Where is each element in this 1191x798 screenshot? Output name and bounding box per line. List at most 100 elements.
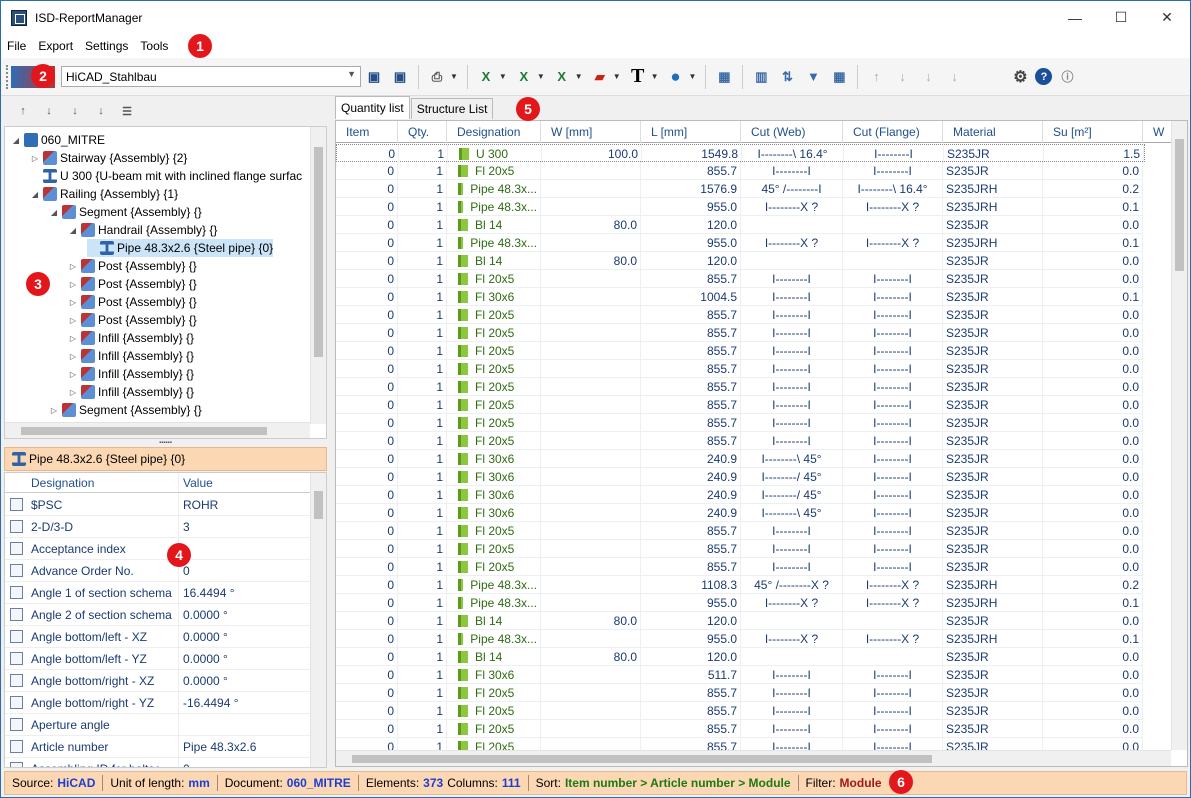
tree-sort-level3-icon[interactable]: ↓: [90, 100, 112, 122]
property-row[interactable]: Angle bottom/right - YZ -16.4494 °: [5, 692, 310, 714]
expand-toggle-icon[interactable]: ▷: [68, 352, 78, 361]
property-row[interactable]: Assembling ID for bolts+0: [5, 758, 310, 768]
menu-file[interactable]: File: [1, 39, 32, 53]
property-row[interactable]: Acceptance index: [5, 538, 310, 560]
property-value[interactable]: 0: [179, 758, 310, 768]
tree-node[interactable]: ▷ Infill {Assembly} {}: [68, 383, 194, 401]
table-row[interactable]: 0 1 Fl 20x5 855.7 I--------I I--------I S235JR…: [336, 378, 1143, 396]
tree-node[interactable]: ▷ Infill {Assembly} {}: [68, 365, 194, 383]
grid-column-header[interactable]: Item: [336, 121, 398, 143]
tree-node[interactable]: ▷ Post {Assembly} {}: [68, 311, 197, 329]
grid-vertical-scrollbar[interactable]: [1171, 121, 1187, 750]
col-value[interactable]: Value: [179, 473, 310, 492]
grid-column-header[interactable]: Cut (Flange): [843, 121, 943, 143]
property-value[interactable]: 16.4494 °: [179, 582, 310, 603]
sort-asc-icon[interactable]: ↑: [865, 66, 887, 88]
property-value[interactable]: [179, 714, 310, 735]
tree-sort-level2-icon[interactable]: ↓: [64, 100, 86, 122]
grid-column-header[interactable]: W [mm]: [541, 121, 641, 143]
table-row[interactable]: 0 1 Fl 20x5 855.7 I--------I I--------I S235JR…: [336, 396, 1143, 414]
grid-column-header[interactable]: W: [1143, 121, 1173, 143]
property-value[interactable]: 0: [179, 560, 310, 581]
expand-toggle-icon[interactable]: ▷: [68, 316, 78, 325]
property-value[interactable]: 3: [179, 516, 310, 537]
table-row[interactable]: 0 1 Fl 30x6 1004.5 I--------I I--------I S235J…: [336, 288, 1143, 306]
table-row[interactable]: 0 1 Fl 20x5 855.7 I--------I I--------I S235JR…: [336, 702, 1143, 720]
property-row[interactable]: Angle bottom/right - XZ 0.0000 °: [5, 670, 310, 692]
expand-toggle-icon[interactable]: ◢: [68, 226, 78, 235]
property-value[interactable]: Pipe 48.3x2.6: [179, 736, 310, 757]
expand-toggle-icon[interactable]: ▷: [68, 334, 78, 343]
tab-structure-list[interactable]: Structure List: [410, 98, 494, 119]
menu-settings[interactable]: Settings: [79, 39, 134, 53]
table-row[interactable]: 0 1 Fl 20x5 855.7 I--------I I--------I S235JR…: [336, 270, 1143, 288]
info-icon[interactable]: ⓘ: [1056, 66, 1078, 88]
tree-node[interactable]: ◢ Handrail {Assembly} {}: [68, 221, 217, 239]
table-row[interactable]: 0 1 Fl 20x5 855.7 I--------I I--------I S235JR…: [336, 540, 1143, 558]
table-row[interactable]: 0 1 Fl 20x5 855.7 I--------I I--------I S235JR…: [336, 558, 1143, 576]
property-row[interactable]: Angle 2 of section schema 0.0000 °: [5, 604, 310, 626]
table-row[interactable]: 0 1 Fl 20x5 855.7 I--------I I--------I S235JR…: [336, 162, 1143, 180]
table-row[interactable]: 0 1 Bl 14 80.0 120.0 S235JR 0.0: [336, 216, 1143, 234]
table-row[interactable]: 0 1 Fl 30x6 240.9 I--------\ 45° I--------I S2…: [336, 450, 1143, 468]
filter-icon[interactable]: ▼: [802, 66, 824, 88]
text-export-icon[interactable]: T: [627, 65, 649, 88]
col-designation[interactable]: Designation: [27, 473, 179, 492]
horizontal-splitter[interactable]: ▪▪▪▪▪▪: [4, 440, 327, 446]
table-row[interactable]: 0 1 Fl 20x5 855.7 I--------I I--------I S235JR…: [336, 342, 1143, 360]
table-row[interactable]: 0 1 Pipe 48.3x... 1108.3 45° /--------X ? I--…: [336, 576, 1143, 594]
tree-node[interactable]: ▷ Post {Assembly} {}: [68, 275, 197, 293]
tree-node[interactable]: ▷ Stairway {Assembly} {2}: [30, 149, 187, 167]
tree-node[interactable]: ◢ 060_MITRE: [11, 131, 105, 149]
toolbar-grip[interactable]: [6, 64, 9, 89]
property-value[interactable]: -16.4494 °: [179, 692, 310, 713]
expand-toggle-icon[interactable]: ▷: [68, 262, 78, 271]
expand-toggle-icon[interactable]: ▷: [68, 280, 78, 289]
table-row[interactable]: 0 1 Fl 20x5 855.7 I--------I I--------I S235JR…: [336, 522, 1143, 540]
maximize-button[interactable]: ☐: [1098, 1, 1144, 34]
tree-collapse-icon[interactable]: ☰: [116, 100, 138, 122]
table-row[interactable]: 0 1 Pipe 48.3x... 955.0 I--------X ? I-------…: [336, 234, 1143, 252]
tree-node[interactable]: ◢ Segment {Assembly} {}: [49, 203, 202, 221]
tree-node[interactable]: ▷ Post {Assembly} {}: [68, 257, 197, 275]
table-row[interactable]: 0 1 Fl 30x6 240.9 I--------/ 45° I--------I S2…: [336, 486, 1143, 504]
grid-column-header[interactable]: Qty.: [398, 121, 447, 143]
expand-toggle-icon[interactable]: ▷: [68, 370, 78, 379]
columns-icon[interactable]: ▥: [750, 66, 772, 88]
property-row[interactable]: Advance Order No. 0: [5, 560, 310, 582]
tree-sort-level1-icon[interactable]: ↓: [38, 100, 60, 122]
table-row[interactable]: 0 1 Fl 30x6 240.9 I--------\ 45° I--------I S2…: [336, 504, 1143, 522]
tree-node[interactable]: ▷ Post {Assembly} {}: [68, 293, 197, 311]
print-dropdown-icon[interactable]: ▼: [450, 72, 458, 81]
table-row[interactable]: 0 1 Pipe 48.3x... 955.0 I--------X ? I-------…: [336, 198, 1143, 216]
gear-icon[interactable]: ⚙: [1009, 66, 1031, 88]
print-icon[interactable]: ⎙: [426, 66, 448, 88]
expand-toggle-icon[interactable]: ◢: [11, 136, 21, 145]
property-value[interactable]: 0.0000 °: [179, 626, 310, 647]
grid-column-header[interactable]: Designation: [447, 121, 541, 143]
globe-icon[interactable]: ●: [665, 66, 687, 88]
help-icon[interactable]: ?: [1035, 68, 1053, 85]
grid-column-header[interactable]: Cut (Web): [741, 121, 843, 143]
property-row[interactable]: Angle bottom/left - YZ 0.0000 °: [5, 648, 310, 670]
table-row[interactable]: 0 1 Fl 30x6 511.7 I--------I I--------I S235JR…: [336, 666, 1143, 684]
table-row[interactable]: 0 1 Pipe 48.3x... 955.0 I--------X ? I-------…: [336, 630, 1143, 648]
table-row[interactable]: 01 U 300 100.0 1549.8 I--------\ 16.4° I-----…: [336, 144, 1145, 163]
grid-horizontal-scrollbar[interactable]: [336, 750, 1171, 766]
property-row[interactable]: Angle 1 of section schema 16.4494 °: [5, 582, 310, 604]
tree-node[interactable]: Pipe 48.3x2.6 {Steel pipe} {0}: [87, 239, 274, 257]
table-row[interactable]: 0 1 Fl 20x5 855.7 I--------I I--------I S235JR…: [336, 324, 1143, 342]
expand-toggle-icon[interactable]: ◢: [49, 208, 59, 217]
table-row[interactable]: 0 1 Fl 20x5 855.7 I--------I I--------I S235JR…: [336, 360, 1143, 378]
tree-sort-asc-icon[interactable]: ↑: [12, 100, 34, 122]
excel-export-icon[interactable]: X: [475, 66, 497, 88]
table-row[interactable]: 0 1 Fl 20x5 855.7 I--------I I--------I S235JR…: [336, 432, 1143, 450]
profile-combobox[interactable]: HiCAD_Stahlbau ▼: [61, 66, 361, 87]
close-button[interactable]: ✕: [1144, 1, 1190, 34]
table-row[interactable]: 0 1 Fl 20x5 855.7 I--------I I--------I S235JR…: [336, 720, 1143, 738]
grouping-icon[interactable]: ▦: [828, 66, 850, 88]
table-row[interactable]: 0 1 Pipe 48.3x... 955.0 I--------X ? I-------…: [336, 594, 1143, 612]
table-row[interactable]: 0 1 Pipe 48.3x... 1576.9 45° /--------I I----…: [336, 180, 1143, 198]
grid-column-header[interactable]: L [mm]: [641, 121, 741, 143]
sort-level2-icon[interactable]: ↓: [917, 66, 939, 88]
